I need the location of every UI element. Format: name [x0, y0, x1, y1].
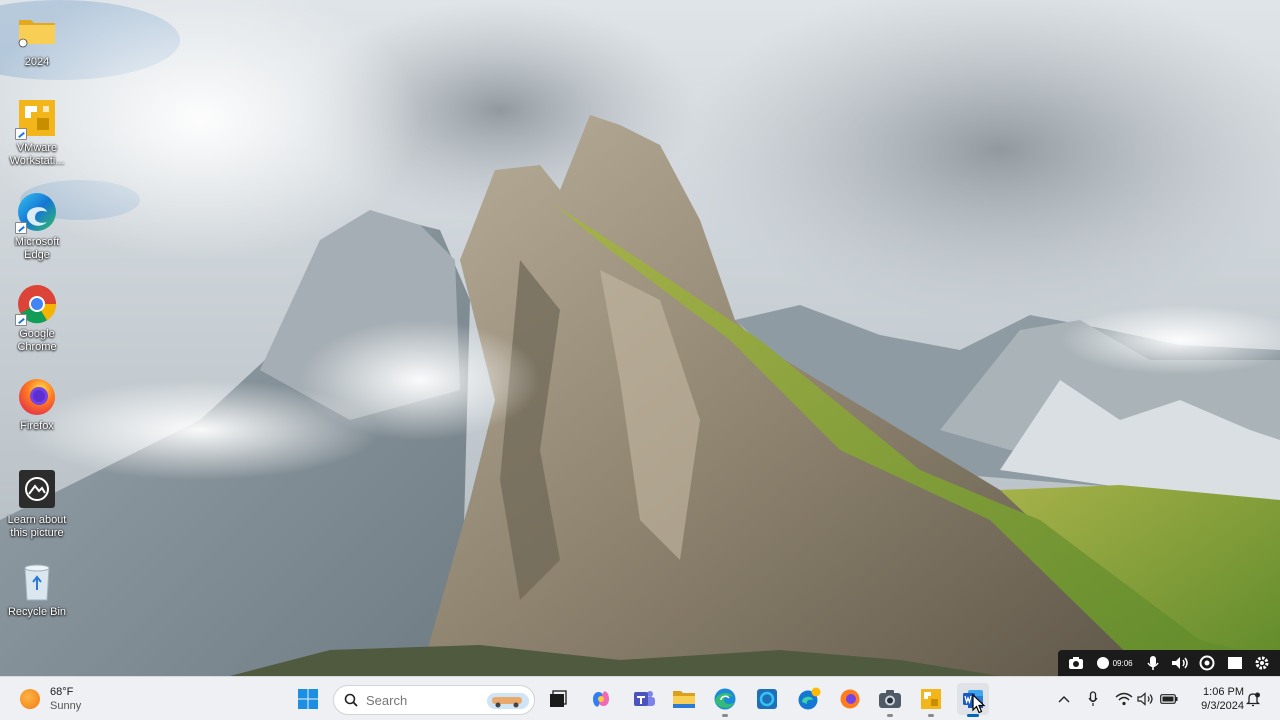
weather-temperature: 68°F: [50, 686, 74, 698]
running-indicator: [928, 714, 934, 717]
teams-icon: [634, 691, 655, 706]
edge-icon: [15, 190, 59, 234]
desktop-icon-firefox[interactable]: Firefox: [2, 374, 72, 433]
clock-time: 1:06 PM: [1203, 686, 1244, 698]
microphone-icon[interactable]: [1083, 689, 1103, 709]
clock-date: 9/3/2024: [1201, 700, 1244, 712]
desktop-icon-recycle-bin[interactable]: Recycle Bin: [2, 560, 72, 619]
running-indicator: [887, 714, 893, 717]
desktop-icon-chrome[interactable]: Google Chrome: [2, 282, 72, 354]
record-icon[interactable]: 09:06: [1094, 654, 1134, 672]
desktop-icon-label: Microsoft Edge: [14, 236, 60, 261]
desktop-icon-vmware[interactable]: VMware Workstati...: [2, 96, 72, 168]
wallpaper-mountain-scene: [0, 0, 1280, 676]
vmware-button[interactable]: [915, 683, 947, 717]
recording-elapsed-time: 09:06: [1112, 658, 1133, 668]
shortcut-arrow-icon: [15, 314, 27, 326]
running-indicator: [722, 714, 728, 717]
desktop-icon-label: Learn about this picture: [7, 514, 67, 539]
folder-icon: [673, 691, 695, 708]
chrome-icon: [15, 282, 59, 326]
wifi-icon[interactable]: [1114, 689, 1134, 709]
taskbar-search-box[interactable]: [333, 685, 535, 715]
desktop-icon-label: VMware Workstati...: [9, 142, 65, 167]
desktop-icon-label: Recycle Bin: [7, 606, 67, 618]
sun-icon: [20, 689, 40, 709]
folder-icon: [15, 10, 59, 54]
desktop-icon-folder-2024[interactable]: 2024: [2, 10, 72, 69]
speaker-icon[interactable]: [1171, 654, 1189, 672]
task-view-icon: [550, 690, 567, 707]
desktop-icon-edge[interactable]: Microsoft Edge: [2, 190, 72, 262]
gear-icon[interactable]: [1253, 654, 1271, 672]
desktop-icon-learn-about-picture[interactable]: Learn about this picture: [2, 468, 72, 540]
webcam-icon[interactable]: [1198, 654, 1216, 672]
shortcut-arrow-icon: [15, 128, 27, 140]
recycle-bin-icon: [15, 560, 59, 604]
weather-widget[interactable]: 68°F Sunny: [20, 683, 81, 715]
camera-icon[interactable]: [1067, 654, 1085, 672]
notification-icon[interactable]: [1243, 689, 1263, 709]
search-icon: [344, 693, 358, 707]
taskbar-clock[interactable]: 1:06 PM 9/3/2024: [1188, 685, 1244, 713]
camera-icon: [879, 690, 901, 708]
vmware-icon: [921, 689, 941, 709]
firefox-icon: [840, 689, 860, 709]
firefox-icon: [15, 374, 59, 418]
screen-icon[interactable]: [1226, 654, 1244, 672]
square-app-button[interactable]: [751, 683, 783, 715]
copilot-icon: [593, 691, 609, 707]
square-app-icon: [757, 689, 777, 709]
vmware-icon: [15, 96, 59, 140]
desktop-icon-label: Google Chrome: [17, 328, 57, 353]
desktop-icon-label: 2024: [24, 56, 50, 68]
active-indicator: [967, 714, 979, 717]
microphone-icon[interactable]: [1144, 654, 1162, 672]
desktop-wallpaper: [0, 0, 1280, 676]
desktop-icon-label: Firefox: [20, 420, 54, 432]
search-input[interactable]: [366, 692, 476, 708]
windows-icon: [298, 689, 318, 709]
copilot-button[interactable]: [585, 683, 617, 715]
learn-about-picture-icon: [15, 468, 59, 512]
screen-recorder-toolbar: 09:06: [1058, 650, 1280, 676]
edge-beta-button[interactable]: [793, 683, 825, 715]
start-button[interactable]: [292, 683, 324, 715]
battery-icon[interactable]: [1159, 689, 1179, 709]
task-view-button[interactable]: [542, 683, 574, 715]
firefox-button[interactable]: [834, 683, 866, 715]
search-highlight-image-icon: [487, 693, 529, 709]
edge-icon: [714, 688, 736, 710]
file-explorer-button[interactable]: [668, 683, 700, 715]
weather-condition: Sunny: [50, 700, 82, 712]
volume-icon[interactable]: [1136, 689, 1156, 709]
edge-beta-icon: [798, 687, 821, 710]
shortcut-arrow-icon: [15, 222, 27, 234]
camera-app-button[interactable]: [874, 683, 906, 717]
mouse-cursor-icon: [972, 694, 986, 714]
edge-button[interactable]: [709, 683, 741, 717]
chevron-up-icon[interactable]: [1054, 689, 1074, 709]
taskbar: 68°F Sunny Search 1:06 PM 9/3/2024: [0, 676, 1280, 720]
teams-button[interactable]: [628, 683, 660, 715]
